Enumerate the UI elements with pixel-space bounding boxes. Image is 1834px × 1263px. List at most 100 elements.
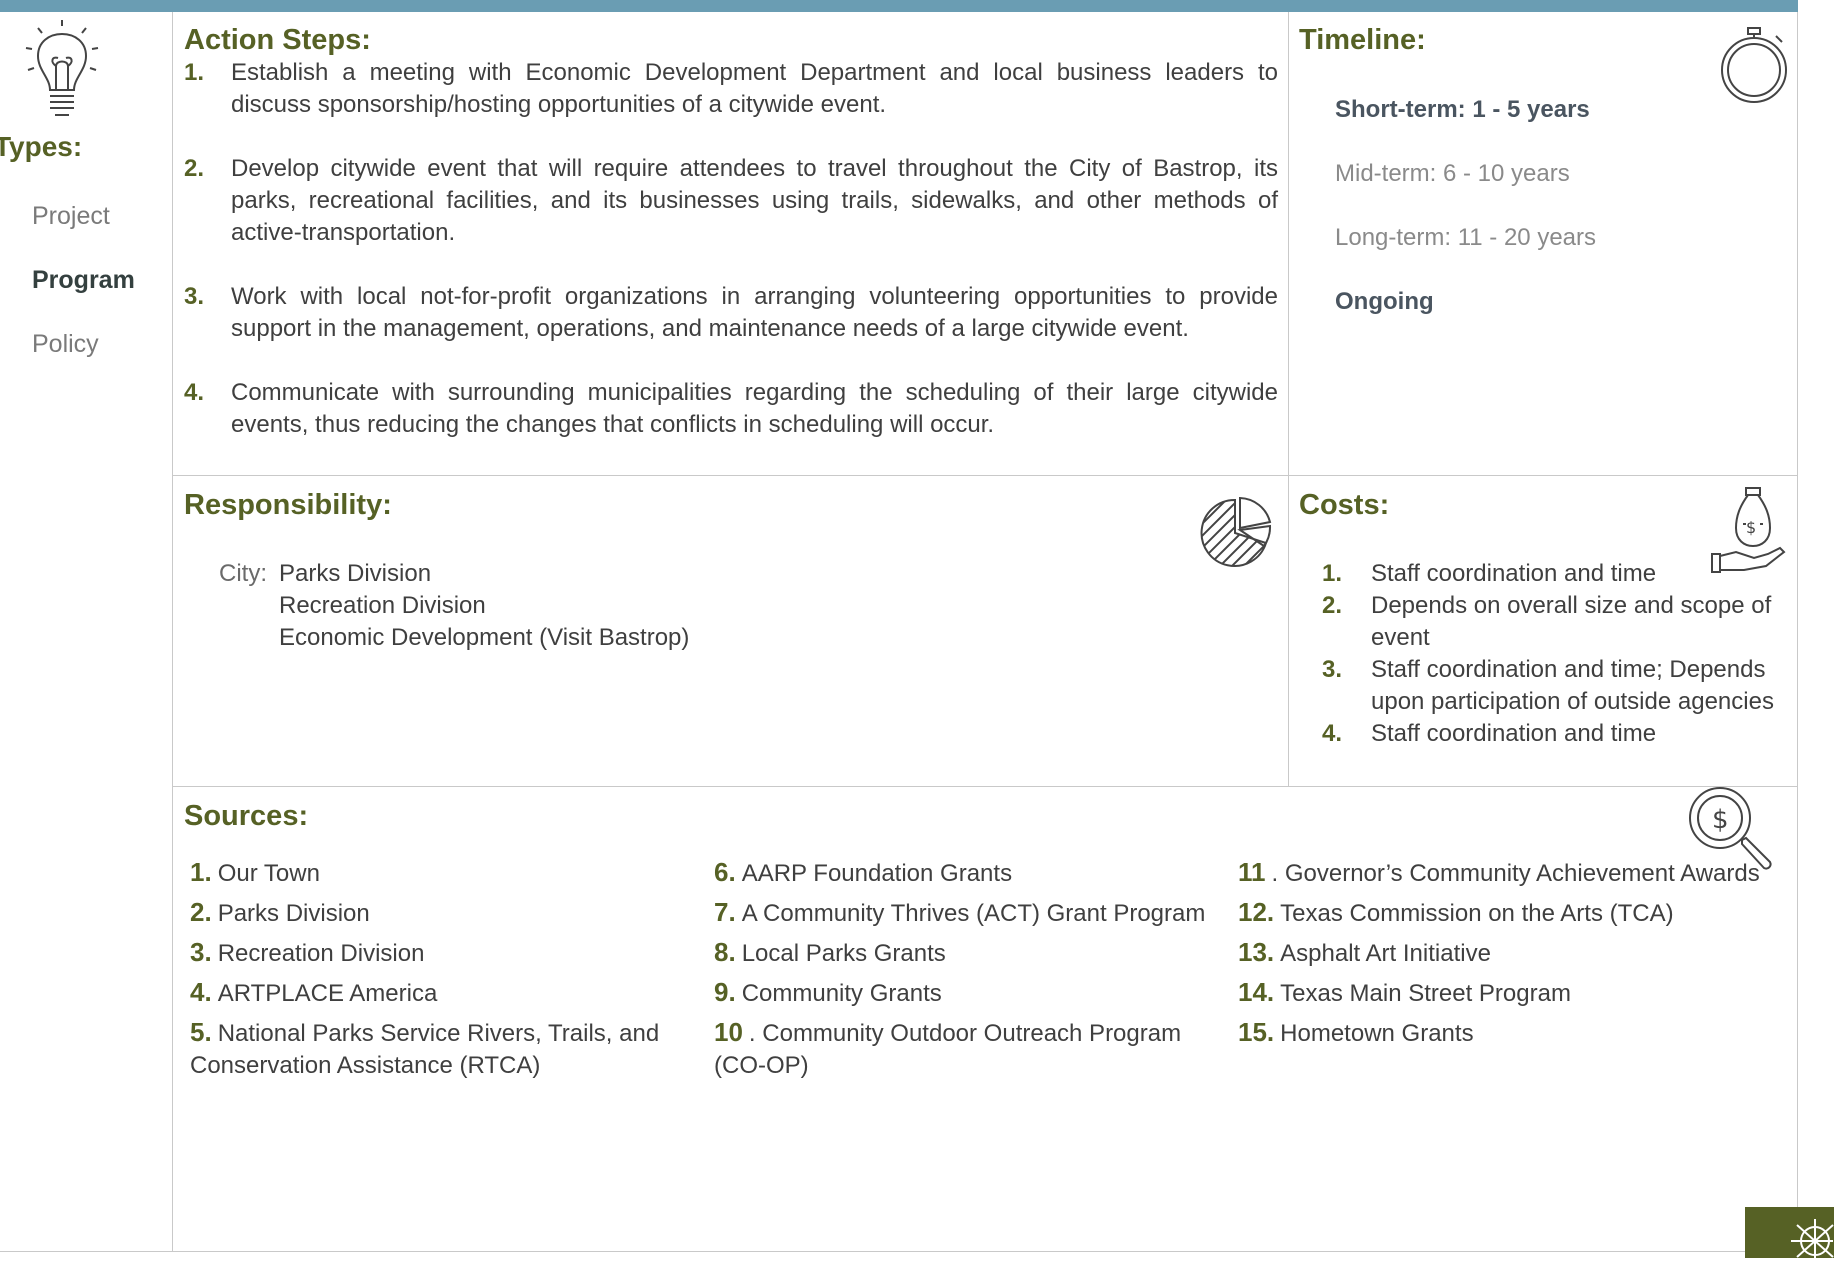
responsibility-line: Recreation Division <box>279 592 486 619</box>
source-item: 14. Texas Main Street Program <box>1238 976 1778 1010</box>
cost-number: 1. <box>1322 560 1343 587</box>
timeline-long-term: Long-term: 11 - 20 years <box>1335 224 1597 251</box>
source-number: 5. <box>190 1017 212 1047</box>
sources-column-3: 11. Governor’s Community Achievement Awa… <box>1238 856 1778 1056</box>
stopwatch-icon <box>1718 26 1790 104</box>
source-text: Asphalt Art Initiative <box>1280 940 1491 967</box>
source-number: 6. <box>714 857 736 887</box>
responsibility-line: Parks Division <box>279 560 432 587</box>
source-text: AARP Foundation Grants <box>741 860 1013 887</box>
costs-title: Costs: <box>1299 489 1390 521</box>
type-program[interactable]: Program <box>32 266 135 295</box>
type-policy[interactable]: Policy <box>32 330 99 359</box>
timeline-short-term: Short-term: 1 - 5 years <box>1335 96 1590 123</box>
source-item: 3. Recreation Division <box>190 936 710 970</box>
source-text: Parks Division <box>217 900 370 927</box>
action-step-text: Work with local not-for-profit organizat… <box>231 283 1278 342</box>
svg-text:$: $ <box>1712 805 1729 835</box>
cost-text: Staff coordination and time <box>1371 720 1657 747</box>
cost-text: Depends on overall size and scope of eve… <box>1371 592 1772 651</box>
timeline-mid-term: Mid-term: 6 - 10 years <box>1335 160 1570 187</box>
action-step-text: Communicate with surrounding municipalit… <box>231 379 1278 438</box>
outer-right-border <box>1797 12 1798 1207</box>
action-step: 4. Communicate with surrounding municipal… <box>184 377 1278 441</box>
cost-item: 1. Staff coordination and time <box>1322 558 1792 590</box>
timeline-title: Timeline: <box>1299 24 1426 56</box>
action-step: 3. Work with local not-for-profit organiz… <box>184 281 1278 345</box>
source-text: . Governor’s Community Achievement Award… <box>1271 860 1760 887</box>
source-number: 7. <box>714 897 736 927</box>
source-item: 9. Community Grants <box>714 976 1234 1010</box>
source-number: 12. <box>1238 897 1275 927</box>
source-item: 10. Community Outdoor Outreach Program (… <box>714 1016 1234 1082</box>
action-step: 1. Establish a meeting with Economic Deve… <box>184 57 1278 121</box>
svg-text:$: $ <box>1746 518 1756 537</box>
cost-text: Staff coordination and time; Depends upo… <box>1371 656 1774 715</box>
pie-chart-icon <box>1198 496 1272 570</box>
source-item: 13. Asphalt Art Initiative <box>1238 936 1778 970</box>
source-number: 10 <box>714 1017 743 1047</box>
source-item: 15. Hometown Grants <box>1238 1016 1778 1050</box>
sources-column-1: 1. Our Town 2. Parks Division 3. Recreation… <box>190 856 710 1088</box>
cost-item: 2. Depends on overall size and scope of e… <box>1322 590 1792 654</box>
source-number: 3. <box>190 937 212 967</box>
left-column-divider <box>172 12 173 1252</box>
lightbulb-icon <box>22 18 102 122</box>
sources-column-2: 6. AARP Foundation Grants 7. A Community T… <box>714 856 1234 1088</box>
timeline-ongoing: Ongoing <box>1335 288 1434 315</box>
action-step-number: 3. <box>184 283 205 310</box>
source-item: 5. National Parks Service Rivers, Trails,… <box>190 1016 710 1082</box>
source-text: Our Town <box>217 860 320 887</box>
source-item: 6. AARP Foundation Grants <box>714 856 1234 890</box>
action-step: 2. Develop citywide event that will requi… <box>184 153 1278 249</box>
source-number: 11 <box>1238 857 1266 887</box>
source-number: 9. <box>714 977 736 1007</box>
row-divider-2 <box>172 786 1798 787</box>
source-text: Local Parks Grants <box>741 940 946 967</box>
source-text: Texas Commission on the Arts (TCA) <box>1280 900 1674 927</box>
source-number: 4. <box>190 977 212 1007</box>
cost-number: 2. <box>1322 592 1343 619</box>
cost-item: 3. Staff coordination and time; Depends u… <box>1322 654 1792 718</box>
city-logo-icon <box>1745 1207 1834 1258</box>
source-item: 8. Local Parks Grants <box>714 936 1234 970</box>
costs-list: 1. Staff coordination and time 2. Depends … <box>1322 558 1792 750</box>
action-step-text: Develop citywide event that will require… <box>231 155 1278 246</box>
cost-text: Staff coordination and time <box>1371 560 1657 587</box>
source-number: 2. <box>190 897 212 927</box>
type-project[interactable]: Project <box>32 202 110 231</box>
source-number: 13. <box>1238 937 1275 967</box>
source-number: 1. <box>190 857 212 887</box>
source-text: Texas Main Street Program <box>1280 980 1571 1007</box>
source-item: 12. Texas Commission on the Arts (TCA) <box>1238 896 1778 930</box>
action-step-number: 1. <box>184 59 205 86</box>
source-text: National Parks Service Rivers, Trails, a… <box>190 1020 660 1079</box>
action-step-text: Establish a meeting with Economic Develo… <box>231 59 1278 118</box>
types-title: Types: <box>0 131 83 162</box>
source-text: Hometown Grants <box>1280 1020 1474 1047</box>
sources-title: Sources: <box>184 800 309 832</box>
source-text: Recreation Division <box>217 940 425 967</box>
action-steps-title: Action Steps: <box>184 24 371 56</box>
cost-number: 4. <box>1322 720 1343 747</box>
source-text: Community Grants <box>741 980 942 1007</box>
source-item: 2. Parks Division <box>190 896 710 930</box>
right-column-divider <box>1288 12 1289 786</box>
top-accent-bar <box>0 0 1798 12</box>
source-item: 1. Our Town <box>190 856 710 890</box>
row-divider-1 <box>172 475 1798 476</box>
source-item: 7. A Community Thrives (ACT) Grant Progra… <box>714 896 1234 930</box>
source-item: 4. ARTPLACE America <box>190 976 710 1010</box>
cost-number: 3. <box>1322 656 1343 683</box>
source-text: A Community Thrives (ACT) Grant Program <box>741 900 1206 927</box>
responsibility-line: Economic Development (Visit Bastrop) <box>279 624 690 651</box>
action-step-number: 4. <box>184 379 205 406</box>
source-number: 14. <box>1238 977 1275 1007</box>
source-item: 11. Governor’s Community Achievement Awa… <box>1238 856 1778 890</box>
source-text: . Community Outdoor Outreach Program (CO… <box>714 1020 1182 1079</box>
source-number: 8. <box>714 937 736 967</box>
action-step-number: 2. <box>184 155 205 182</box>
bottom-border <box>0 1251 1745 1252</box>
responsibility-label: City: <box>219 560 267 587</box>
source-text: ARTPLACE America <box>217 980 438 1007</box>
